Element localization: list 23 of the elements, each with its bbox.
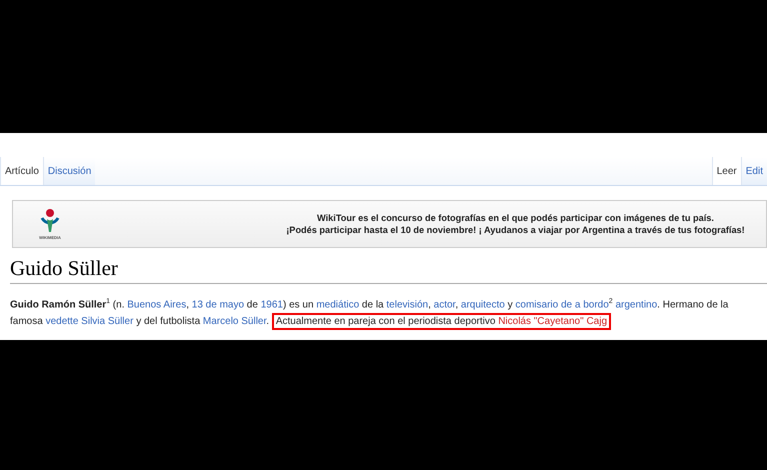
tab[interactable]: Leer <box>712 157 741 185</box>
link[interactable]: Silvia Süller <box>81 316 134 328</box>
tab[interactable]: Edit <box>740 157 767 185</box>
link[interactable]: arquitecto <box>460 299 505 310</box>
link[interactable]: televisión <box>386 299 428 310</box>
link[interactable]: Nicolás "Cayetano" Cajg <box>498 316 608 328</box>
logo-icon <box>38 208 62 234</box>
link[interactable]: mediático <box>316 299 360 310</box>
tab[interactable]: Artículo <box>0 157 43 185</box>
banner-text: ¡Podés participar hasta el 10 de noviembre! ¡ Ayudanos a viajar por Argentina a través de tus fotografías! <box>286 224 745 236</box>
link[interactable]: argentino <box>615 299 658 310</box>
article-paragraph: Guido Ramón Süller$^{1}$ (n. Buenos Aires, 13 de mayo de 1961) es un mediático de la televisión, actor, arquitecto y comisario de a bordo$^{2}$ argentino. Hermano de la famosa vedette Silvia Süller y del futbolista Marcelo Süller. Actualmente en pareja con el periodista deportivo Nicolás "Cayetano" Cajg <box>10 293 767 330</box>
link[interactable]: actor <box>434 299 456 310</box>
highlight-frame: Actualmente en pareja con el periodista deportivo Nicolás "Cayetano" Cajg <box>272 313 612 330</box>
link[interactable]: 1961 <box>260 299 283 310</box>
link[interactable]: Buenos Aires <box>127 299 186 310</box>
link[interactable]: comisario de a bordo <box>515 299 609 310</box>
link[interactable]: vedette <box>46 316 78 328</box>
tab[interactable]: Discusión <box>42 157 96 185</box>
page-title: Guido Süller <box>10 255 119 281</box>
link[interactable]: 13 de mayo <box>192 299 244 310</box>
link[interactable]: Marcelo Süller <box>202 316 266 328</box>
banner-text: WikiTour es el concurso de fotografías en el que podés participar con imágenes de tu país. <box>317 212 714 224</box>
